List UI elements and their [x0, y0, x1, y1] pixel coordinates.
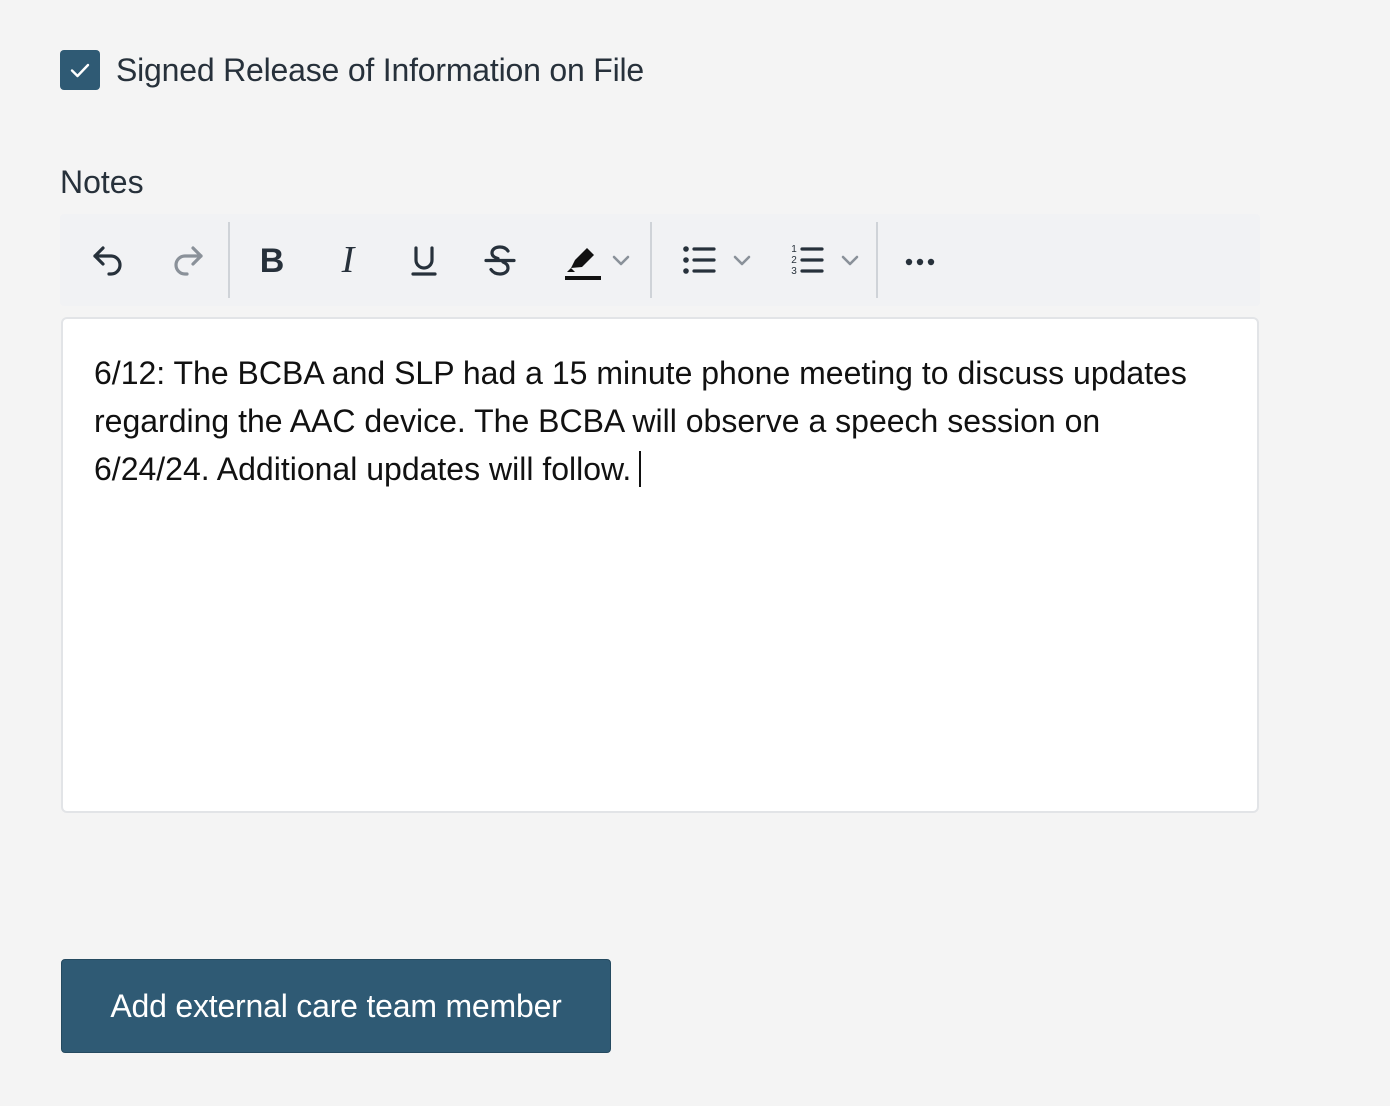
release-checkbox-label[interactable]: Signed Release of Information on File [116, 50, 644, 90]
rich-text-toolbar: B I 1 2 3 [60, 214, 1260, 306]
bullet-list-icon [683, 246, 716, 274]
bold-icon: B [260, 242, 285, 280]
svg-text:I: I [341, 240, 357, 280]
underline-button[interactable] [400, 236, 448, 284]
undo-button[interactable] [84, 236, 132, 284]
chevron-down-icon [733, 255, 751, 266]
svg-text:3: 3 [791, 266, 797, 277]
highlighter-icon [565, 248, 601, 280]
italic-button[interactable]: I [324, 236, 372, 284]
chevron-down-icon [841, 255, 859, 266]
strikethrough-icon [484, 245, 516, 276]
svg-text:B: B [260, 242, 285, 280]
bullet-list-button[interactable] [672, 236, 762, 284]
release-checkbox[interactable] [60, 50, 100, 90]
more-options-button[interactable] [896, 236, 944, 284]
toolbar-separator [650, 222, 652, 298]
numbered-list-button[interactable]: 1 2 3 [780, 236, 870, 284]
toolbar-separator [228, 222, 230, 298]
strikethrough-button[interactable] [476, 236, 524, 284]
svg-text:2: 2 [791, 255, 797, 266]
chevron-down-icon [612, 255, 630, 266]
notes-editor[interactable]: 6/12: The BCBA and SLP had a 15 minute p… [61, 317, 1259, 813]
add-external-care-team-member-button[interactable]: Add external care team member [61, 959, 611, 1053]
notes-label: Notes [60, 164, 144, 200]
checkmark-icon [70, 63, 90, 78]
italic-icon: I [341, 240, 357, 280]
undo-icon [93, 246, 122, 276]
svg-text:1: 1 [791, 244, 797, 255]
toolbar-separator [876, 222, 878, 298]
notes-editor-content[interactable]: 6/12: The BCBA and SLP had a 15 minute p… [94, 349, 1224, 493]
underline-icon [411, 246, 437, 276]
redo-button[interactable] [164, 236, 212, 284]
redo-icon [174, 246, 203, 276]
more-icon [905, 258, 935, 266]
release-of-information-row: Signed Release of Information on File [60, 50, 644, 90]
bold-button[interactable]: B [248, 236, 296, 284]
text-caret [639, 451, 642, 487]
highlight-button[interactable] [552, 236, 642, 284]
numbered-list-icon: 1 2 3 [791, 244, 824, 277]
